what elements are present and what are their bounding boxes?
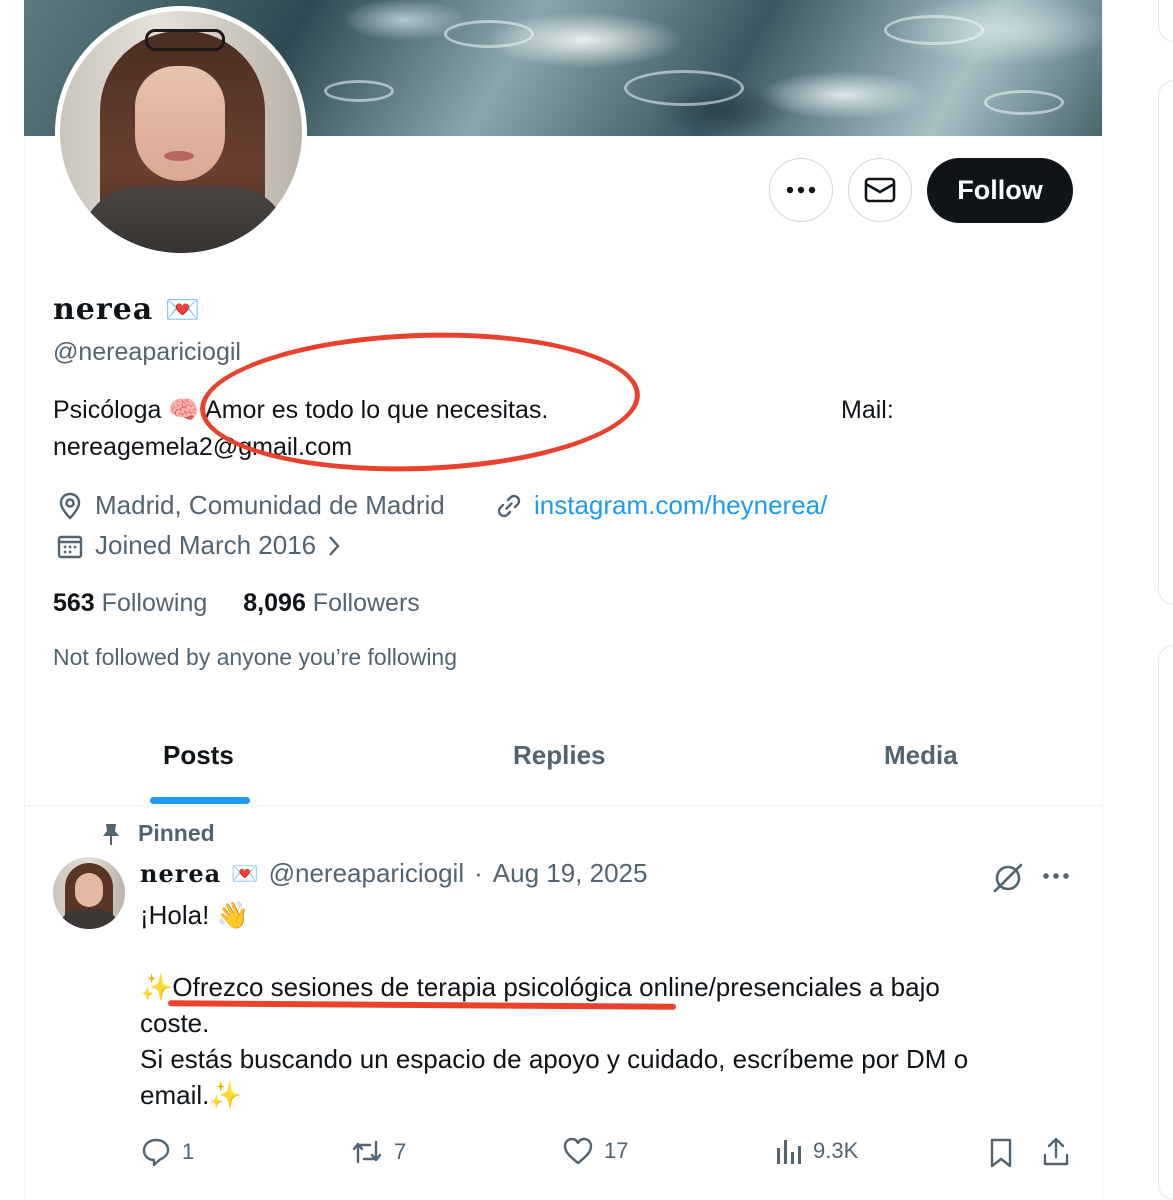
- repost-count: 7: [394, 1139, 407, 1164]
- mail-icon: [864, 177, 896, 203]
- post-text-line-4: Si estás buscando un espacio de apoyo y …: [140, 1044, 969, 1074]
- following-count: 563: [53, 589, 95, 617]
- repost-icon: [352, 1140, 382, 1164]
- bookmark-icon[interactable]: [988, 1137, 1014, 1169]
- followers-count: 8,096: [243, 589, 306, 617]
- tab-replies[interactable]: Replies: [513, 740, 606, 771]
- post-text-line-3: coste.: [140, 1008, 210, 1038]
- grok-icon[interactable]: [990, 860, 1026, 896]
- message-button[interactable]: [848, 158, 912, 222]
- following-link[interactable]: 563 Following: [53, 589, 207, 618]
- more-options-button[interactable]: [769, 158, 833, 222]
- bio-mail-label: Mail:: [841, 396, 894, 424]
- calendar-icon: [57, 535, 83, 558]
- tabs-divider: [24, 805, 1103, 806]
- profile-avatar[interactable]: [55, 6, 307, 258]
- display-name: nerea 💌: [53, 292, 201, 327]
- avatar-photo: [60, 11, 302, 253]
- pin-icon: [103, 823, 119, 845]
- chevron-right-icon: [329, 535, 340, 556]
- post-text-line-5: email.✨: [140, 1080, 242, 1110]
- pinned-text: Pinned: [138, 820, 215, 846]
- sidebar-fragment: [1158, 0, 1173, 42]
- tab-posts[interactable]: Posts: [163, 740, 234, 771]
- follow-button[interactable]: Follow: [927, 158, 1073, 223]
- profile-website[interactable]: instagram.com/heynerea/: [494, 490, 827, 521]
- post-text-line-1: ¡Hola! 👋: [140, 900, 249, 930]
- post-header: nerea 💌 @nereapariciogil · Aug 19, 2025: [140, 858, 647, 889]
- post-author-handle[interactable]: @nereapariciogil: [269, 858, 465, 889]
- like-count: 17: [604, 1138, 629, 1163]
- profile-joined[interactable]: Joined March 2016: [55, 530, 344, 561]
- sidebar-fragment: [1158, 80, 1173, 605]
- reply-action[interactable]: 1: [140, 1136, 194, 1168]
- post-author-emoji: 💌: [231, 860, 259, 886]
- pinned-label: Pinned: [100, 820, 215, 847]
- post-text-line-2: ✨Ofrezco sesiones de terapia psicológica…: [140, 972, 940, 1002]
- post-author-avatar[interactable]: [53, 857, 125, 929]
- heart-icon: [563, 1137, 593, 1165]
- joined-text: Joined March 2016: [95, 530, 317, 560]
- location-text: Madrid, Comunidad de Madrid: [95, 490, 445, 520]
- post-separator: ·: [474, 858, 483, 888]
- profile-location: Madrid, Comunidad de Madrid: [55, 490, 445, 521]
- reply-icon: [142, 1138, 170, 1167]
- sidebar-fragment: [1158, 645, 1173, 1200]
- profile-handle: @nereapariciogil: [53, 338, 241, 366]
- repost-action[interactable]: 7: [350, 1136, 406, 1168]
- post-author-name[interactable]: nerea: [140, 859, 221, 888]
- share-icon[interactable]: [1041, 1136, 1071, 1168]
- tab-media[interactable]: Media: [884, 740, 958, 771]
- reply-count: 1: [182, 1139, 195, 1164]
- views-count: 9.3K: [813, 1138, 859, 1163]
- following-label: Following: [101, 589, 208, 617]
- views-chart-icon: [777, 1140, 801, 1164]
- ellipsis-icon: [786, 186, 816, 194]
- follow-counts: 563 Following 8,096 Followers: [53, 589, 420, 618]
- post-date[interactable]: Aug 19, 2025: [493, 858, 648, 889]
- post-more-icon[interactable]: [1042, 872, 1070, 880]
- location-pin-icon: [59, 492, 81, 520]
- active-tab-indicator: [150, 797, 250, 804]
- website-link[interactable]: instagram.com/heynerea/: [534, 490, 827, 521]
- link-icon: [497, 494, 521, 517]
- views-action[interactable]: 9.3K: [775, 1136, 858, 1166]
- followers-label: Followers: [312, 589, 420, 617]
- name-emoji: 💌: [165, 293, 202, 326]
- followers-link[interactable]: 8,096 Followers: [243, 589, 420, 618]
- not-followed-note: Not followed by anyone you’re following: [53, 644, 458, 670]
- like-action[interactable]: 17: [562, 1136, 628, 1166]
- display-name-text: nerea: [53, 292, 154, 327]
